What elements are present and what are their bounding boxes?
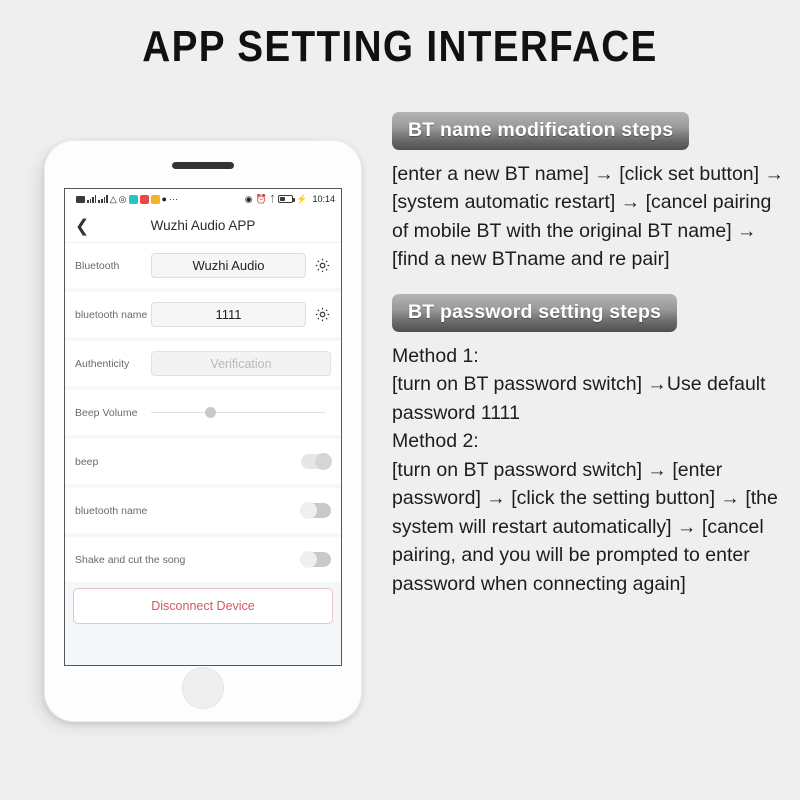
bluetooth-name-toggle[interactable]	[300, 502, 331, 519]
alarm-icon: ⏰	[255, 193, 267, 204]
row-label-shake-cut-song: Shake and cut the song	[75, 553, 186, 566]
toggle-knob	[315, 453, 332, 470]
status-bar-left-icons: △ ◎ ● ···	[71, 193, 245, 204]
page-title: APP SETTING INTERFACE	[142, 22, 658, 71]
app-bar: ❮ Wuzhi Audio APP	[65, 209, 341, 243]
bluetooth-device-field[interactable]: Wuzhi Audio	[151, 253, 306, 278]
eye-icon: ◉	[244, 193, 253, 204]
verification-button[interactable]: Verification	[151, 351, 331, 376]
more-dots-icon: ···	[168, 193, 178, 204]
page-root: APP SETTING INTERFACE △ ◎ ● ··· ◉ ⏰ ᛏ ⚡ …	[0, 0, 800, 800]
bt-name-steps-heading: BT name modification steps	[392, 112, 690, 150]
method1-label: Method 1:	[392, 344, 479, 367]
toggle-knob	[300, 502, 317, 519]
qq-icon	[139, 194, 149, 204]
settings-list: Bluetooth Wuzhi Audio bluetooth name 111…	[65, 243, 341, 624]
location-icon: ◎	[118, 193, 127, 204]
gear-icon[interactable]	[314, 257, 331, 274]
app-bar-title: Wuzhi Audio APP	[150, 218, 256, 233]
phone-mockup: △ ◎ ● ··· ◉ ⏰ ᛏ ⚡ 10:14 ❮ Wuzhi Audio AP…	[44, 140, 362, 722]
signal-bars-icon	[87, 195, 97, 203]
method2-body: [turn on BT password switch] → [enter pa…	[392, 458, 778, 595]
disconnect-device-button[interactable]: Disconnect Device	[73, 588, 333, 624]
bt-name-steps-body: [enter a new BT name] → [click set butto…	[392, 163, 784, 271]
toggle-knob	[300, 551, 317, 568]
sim-card-icon	[76, 195, 85, 203]
bt-password-steps-heading: BT password setting steps	[392, 293, 678, 332]
row-bluetooth-name-toggle: bluetooth name	[65, 488, 341, 533]
message-icon: ●	[161, 193, 167, 204]
row-bluetooth: Bluetooth Wuzhi Audio	[65, 243, 341, 288]
phone-speaker	[172, 162, 234, 169]
beep-volume-slider[interactable]	[151, 406, 331, 420]
gear-icon[interactable]	[314, 306, 331, 323]
bluetooth-name-input[interactable]: 1111	[151, 302, 306, 327]
row-authenticity: Authenticity Verification	[65, 341, 341, 386]
beep-toggle[interactable]	[301, 453, 332, 470]
status-bar: △ ◎ ● ··· ◉ ⏰ ᛏ ⚡ 10:14	[65, 189, 341, 209]
wechat-icon	[128, 194, 138, 204]
status-bar-time: 10:14	[312, 194, 335, 204]
row-shake-cut-song: Shake and cut the song	[65, 537, 341, 582]
row-beep: beep	[65, 439, 341, 484]
slider-knob[interactable]	[205, 407, 216, 418]
home-button[interactable]	[183, 668, 223, 708]
row-beep-volume: Beep Volume	[65, 390, 341, 435]
row-label-authenticity: Authenticity	[75, 357, 130, 370]
chevron-left-icon[interactable]: ❮	[75, 217, 89, 234]
status-bar-right-icons: ◉ ⏰ ᛏ ⚡ 10:14	[245, 194, 335, 204]
battery-icon	[278, 195, 296, 203]
signal-bars-2-icon	[98, 195, 108, 203]
method1-body: [turn on BT password switch] →Use defaul…	[392, 373, 766, 424]
instructions-panel: BT name modification steps [enter a new …	[392, 112, 788, 598]
bluetooth-icon: ᛏ	[269, 193, 276, 204]
charging-icon: ⚡	[296, 193, 308, 204]
row-label-bluetooth-name-toggle: bluetooth name	[75, 504, 148, 517]
mail-icon	[150, 194, 160, 204]
row-label-bluetooth-name: bluetooth name	[75, 308, 148, 321]
row-label-beep: beep	[75, 455, 99, 468]
shake-cut-song-toggle[interactable]	[300, 551, 331, 568]
slider-track	[151, 411, 325, 414]
row-label-bluetooth: Bluetooth	[75, 259, 120, 272]
method2-label: Method 2:	[392, 430, 479, 453]
wifi-icon: △	[109, 193, 117, 204]
row-bluetooth-name: bluetooth name 1111	[65, 292, 341, 337]
row-label-beep-volume: Beep Volume	[75, 406, 138, 419]
phone-screen: △ ◎ ● ··· ◉ ⏰ ᛏ ⚡ 10:14 ❮ Wuzhi Audio AP…	[64, 188, 342, 666]
